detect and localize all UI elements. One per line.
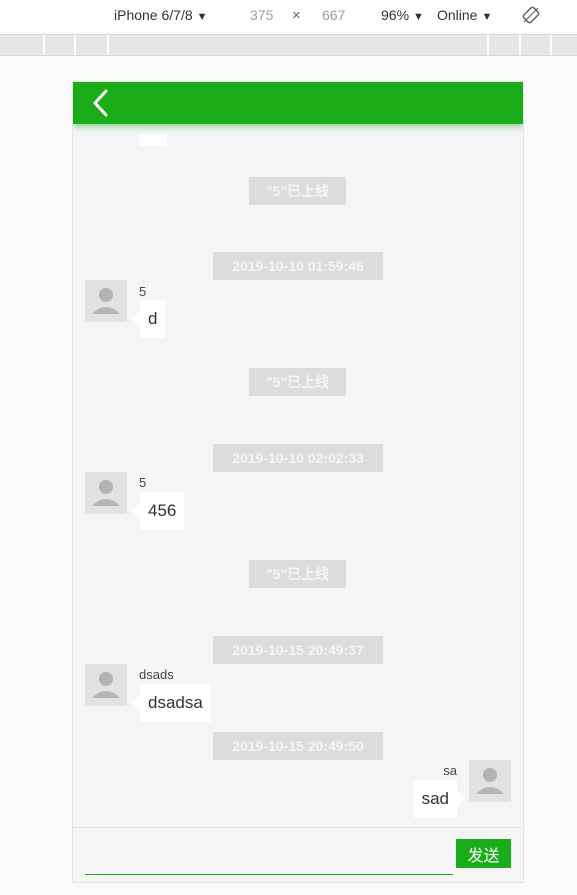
user-avatar-icon (92, 288, 120, 314)
message-bubble: dsadsa (132, 684, 211, 722)
avatar[interactable] (85, 664, 127, 706)
throttle-label: Online (437, 7, 478, 23)
message-bubble-own: sad (413, 780, 466, 818)
device-select[interactable]: iPhone 6/7/8 ▼ (114, 7, 208, 23)
message-bubble-partial (139, 134, 167, 146)
avatar[interactable] (85, 472, 127, 514)
user-avatar-icon (476, 768, 504, 794)
chevron-down-icon: ▼ (413, 11, 424, 23)
height-field[interactable]: 667 (322, 7, 345, 23)
timestamp: 2019-10-10 01:59:46 (213, 252, 383, 280)
message-composer: 发送 (73, 827, 523, 882)
chat-app: "5"已上线 2019-10-10 01:59:46 5 d "5"已上线 20… (73, 82, 523, 882)
back-arrow-icon[interactable] (89, 88, 113, 118)
header-bar (73, 82, 523, 124)
zoom-label: 96% (381, 7, 410, 23)
send-button[interactable]: 发送 (456, 839, 511, 868)
timestamp: 2019-10-15 20:49:50 (213, 732, 383, 760)
rotate-icon[interactable] (522, 6, 540, 24)
timestamp: 2019-10-15 20:49:37 (213, 636, 383, 664)
message-input[interactable] (85, 838, 453, 875)
devtools-toolbar: iPhone 6/7/8 ▼ 375 × 667 96% ▼ Online ▼ (0, 0, 577, 32)
user-avatar-icon (92, 480, 120, 506)
username: sa (443, 763, 457, 778)
times-icon: × (292, 7, 301, 24)
zoom-select[interactable]: 96% ▼ (381, 7, 424, 23)
avatar-own[interactable] (469, 760, 511, 802)
device-label: iPhone 6/7/8 (114, 7, 193, 23)
chevron-down-icon: ▼ (196, 11, 208, 23)
username: dsads (139, 667, 174, 682)
timestamp: 2019-10-10 02:02:33 (213, 444, 383, 472)
throttle-select[interactable]: Online ▼ (437, 7, 492, 23)
system-message: "5"已上线 (249, 560, 346, 588)
width-field[interactable]: 375 (250, 7, 273, 23)
username: 5 (139, 475, 147, 490)
system-message: "5"已上线 (249, 368, 346, 396)
system-message: "5"已上线 (249, 177, 346, 205)
message-bubble: d (131, 300, 166, 338)
username: 5 (139, 284, 147, 299)
media-query-ruler (0, 34, 577, 56)
user-avatar-icon (92, 672, 120, 698)
message-bubble: 456 (131, 492, 185, 530)
avatar[interactable] (85, 280, 127, 322)
chevron-down-icon: ▼ (481, 11, 493, 23)
